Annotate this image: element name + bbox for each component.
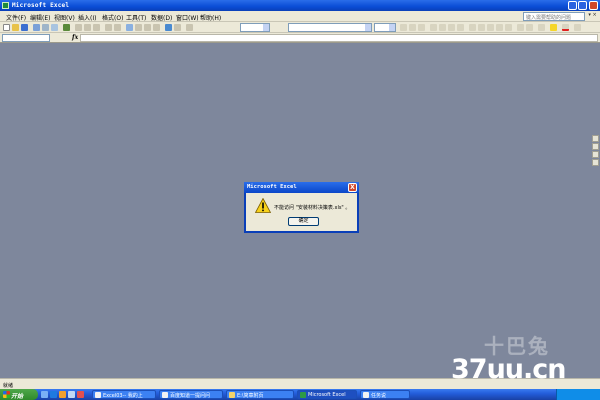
percent-icon[interactable] xyxy=(478,24,485,31)
borders-icon[interactable] xyxy=(538,24,545,31)
help-close-icon[interactable]: ▾ × xyxy=(587,12,598,21)
increase-indent-icon[interactable] xyxy=(526,24,533,31)
scroll-button-icon[interactable] xyxy=(592,143,599,150)
help-question-input[interactable]: 键入需要帮助的问题 xyxy=(523,12,585,21)
window-title: Microsoft Excel xyxy=(12,2,70,9)
menu-window[interactable]: 窗口(W) xyxy=(176,13,199,22)
menu-format[interactable]: 格式(O) xyxy=(102,13,123,22)
warning-icon xyxy=(255,198,271,213)
scroll-up-icon[interactable] xyxy=(592,135,599,142)
right-panel-strip xyxy=(591,43,600,378)
redo-icon[interactable] xyxy=(114,24,121,31)
toolbar-options-icon[interactable] xyxy=(574,24,581,31)
underline-icon[interactable] xyxy=(418,24,425,31)
dialog-title-bar: Microsoft Excel X xyxy=(244,182,359,193)
watermark: 37uu.cn xyxy=(451,354,566,385)
menu-insert[interactable]: 插入(I) xyxy=(78,13,96,22)
decrease-decimal-icon[interactable] xyxy=(505,24,512,31)
bold-icon[interactable] xyxy=(400,24,407,31)
zoom-select[interactable] xyxy=(240,23,270,32)
align-left-icon[interactable] xyxy=(430,24,437,31)
insert-function-icon[interactable]: fx xyxy=(72,34,78,41)
menu-view[interactable]: 视图(V) xyxy=(54,13,75,22)
drawing-icon[interactable] xyxy=(174,24,181,31)
taskbar-item[interactable]: 任务说 xyxy=(360,390,410,399)
save-icon[interactable] xyxy=(21,24,28,31)
cut-icon[interactable] xyxy=(75,24,82,31)
paste-icon[interactable] xyxy=(93,24,100,31)
copy-icon[interactable] xyxy=(84,24,91,31)
decrease-indent-icon[interactable] xyxy=(517,24,524,31)
ok-button[interactable]: 确定 xyxy=(288,217,319,226)
toolbar xyxy=(0,22,600,33)
menu-edit[interactable]: 编辑(E) xyxy=(30,13,50,22)
print-icon[interactable] xyxy=(42,24,49,31)
new-icon[interactable] xyxy=(3,24,10,31)
open-icon[interactable] xyxy=(12,24,19,31)
align-right-icon[interactable] xyxy=(448,24,455,31)
menu-bar: 文件(F) 编辑(E) 视图(V) 插入(I) 格式(O) 工具(T) 数据(D… xyxy=(0,11,600,22)
excel-app-icon xyxy=(2,2,9,9)
font-size-select[interactable] xyxy=(374,23,396,32)
menu-tools[interactable]: 工具(T) xyxy=(126,13,146,22)
taskbar-item[interactable]: E:\简章附页 xyxy=(226,390,294,399)
error-dialog: Microsoft Excel X 不能访问 "安装材料决策表.xls" 。 确… xyxy=(244,182,359,233)
merge-center-icon[interactable] xyxy=(457,24,464,31)
zoom-icon[interactable] xyxy=(186,24,193,31)
sort-ascending-icon[interactable] xyxy=(144,24,151,31)
font-name-select[interactable] xyxy=(288,23,372,32)
close-button[interactable] xyxy=(589,1,598,10)
maximize-button[interactable] xyxy=(578,1,587,10)
taskbar-item[interactable]: 百度知道一提问问 xyxy=(159,390,223,399)
align-center-icon[interactable] xyxy=(439,24,446,31)
taskbar-item[interactable]: Excel03-- 我的上 xyxy=(92,390,156,399)
currency-icon[interactable] xyxy=(469,24,476,31)
minimize-button[interactable] xyxy=(568,1,577,10)
quicklaunch-app-icon[interactable] xyxy=(77,391,84,398)
scroll-down-icon[interactable] xyxy=(592,159,599,166)
spelling-icon[interactable] xyxy=(63,24,70,31)
dialog-close-icon[interactable]: X xyxy=(348,183,357,192)
fill-color-icon[interactable] xyxy=(550,24,557,31)
status-text: 就绪 xyxy=(3,383,14,389)
dialog-title: Microsoft Excel xyxy=(247,184,297,190)
italic-icon[interactable] xyxy=(409,24,416,31)
formula-input[interactable] xyxy=(80,34,598,42)
taskbar: 开始 Excel03-- 我的上 百度知道一提问问 E:\简章附页 Micros… xyxy=(0,389,600,400)
undo-icon[interactable] xyxy=(105,24,112,31)
name-box[interactable] xyxy=(2,34,50,42)
menu-file[interactable]: 文件(F) xyxy=(6,13,26,22)
taskbar-item-active[interactable]: Microsoft Excel xyxy=(297,390,357,399)
windows-flag-icon xyxy=(3,391,10,398)
chart-wizard-icon[interactable] xyxy=(165,24,172,31)
menu-help[interactable]: 帮助(H) xyxy=(200,13,221,22)
formula-bar: fx xyxy=(0,33,600,43)
quicklaunch-app-icon[interactable] xyxy=(68,391,75,398)
font-color-icon[interactable] xyxy=(562,24,569,31)
print-preview-icon[interactable] xyxy=(51,24,58,31)
scroll-button-icon[interactable] xyxy=(592,151,599,158)
quicklaunch-desktop-icon[interactable] xyxy=(41,391,48,398)
start-button[interactable]: 开始 xyxy=(0,389,38,400)
permission-icon[interactable] xyxy=(33,24,40,31)
autosum-icon[interactable] xyxy=(135,24,142,31)
menu-data[interactable]: 数据(D) xyxy=(151,13,172,22)
increase-decimal-icon[interactable] xyxy=(496,24,503,31)
hyperlink-icon[interactable] xyxy=(126,24,133,31)
start-label: 开始 xyxy=(11,393,24,400)
quicklaunch-media-icon[interactable] xyxy=(59,391,66,398)
comma-icon[interactable] xyxy=(487,24,494,31)
quicklaunch-ie-icon[interactable] xyxy=(50,391,57,398)
dialog-message: 不能访问 "安装材料决策表.xls" 。 xyxy=(274,205,351,211)
sort-descending-icon[interactable] xyxy=(153,24,160,31)
title-bar: Microsoft Excel xyxy=(0,0,600,11)
system-tray xyxy=(556,389,600,400)
